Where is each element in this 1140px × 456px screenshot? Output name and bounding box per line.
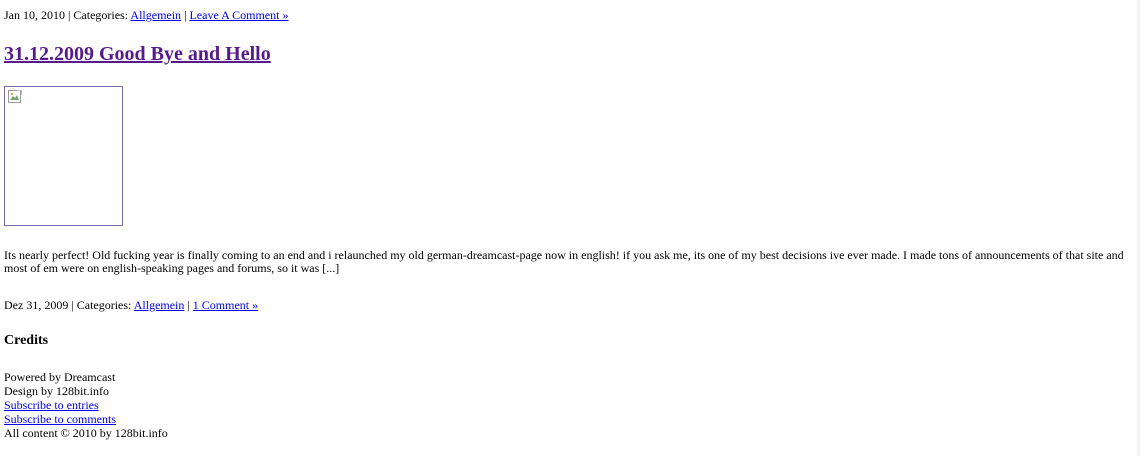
- post-meta-top: Jan 10, 2010 | Categories: Allgemein | L…: [4, 8, 288, 22]
- post-title-link[interactable]: 31.12.2009 Good Bye and Hello: [4, 43, 271, 65]
- post-image[interactable]: [4, 86, 123, 226]
- post-excerpt: Its nearly perfect! Old fucking year is …: [4, 248, 1124, 275]
- categories-label: Categories:: [76, 298, 132, 312]
- meta-separator: |: [71, 298, 74, 312]
- powered-by-text: Powered by Dreamcast: [4, 370, 116, 384]
- broken-image-icon: [8, 90, 22, 103]
- post-date: Jan 10, 2010: [4, 8, 65, 22]
- design-by-text: Design by 128bit.info: [4, 384, 109, 398]
- category-link-allgemein[interactable]: Allgemein: [134, 298, 185, 312]
- subscribe-entries-item: Subscribe to entries: [4, 398, 168, 412]
- meta-separator: |: [68, 8, 71, 22]
- meta-separator: |: [184, 8, 187, 22]
- post-meta-bottom: Dez 31, 2009 | Categories: Allgemein | 1…: [4, 298, 258, 312]
- credits-heading: Credits: [4, 333, 49, 348]
- credits-list: Powered by Dreamcast Design by 128bit.in…: [4, 370, 168, 440]
- category-link-allgemein[interactable]: Allgemein: [130, 8, 181, 22]
- comments-link[interactable]: 1 Comment »: [193, 298, 258, 312]
- subscribe-comments-item: Subscribe to comments: [4, 412, 168, 426]
- post-date: Dez 31, 2009: [4, 298, 69, 312]
- post-title: 31.12.2009 Good Bye and Hello: [4, 42, 271, 66]
- subscribe-comments-link[interactable]: Subscribe to comments: [4, 412, 116, 426]
- subscribe-entries-link[interactable]: Subscribe to entries: [4, 398, 99, 412]
- categories-label: Categories:: [73, 8, 129, 22]
- leave-comment-link[interactable]: Leave A Comment »: [189, 8, 288, 22]
- meta-separator: |: [187, 298, 190, 312]
- copyright-text: All content © 2010 by 128bit.info: [4, 426, 168, 440]
